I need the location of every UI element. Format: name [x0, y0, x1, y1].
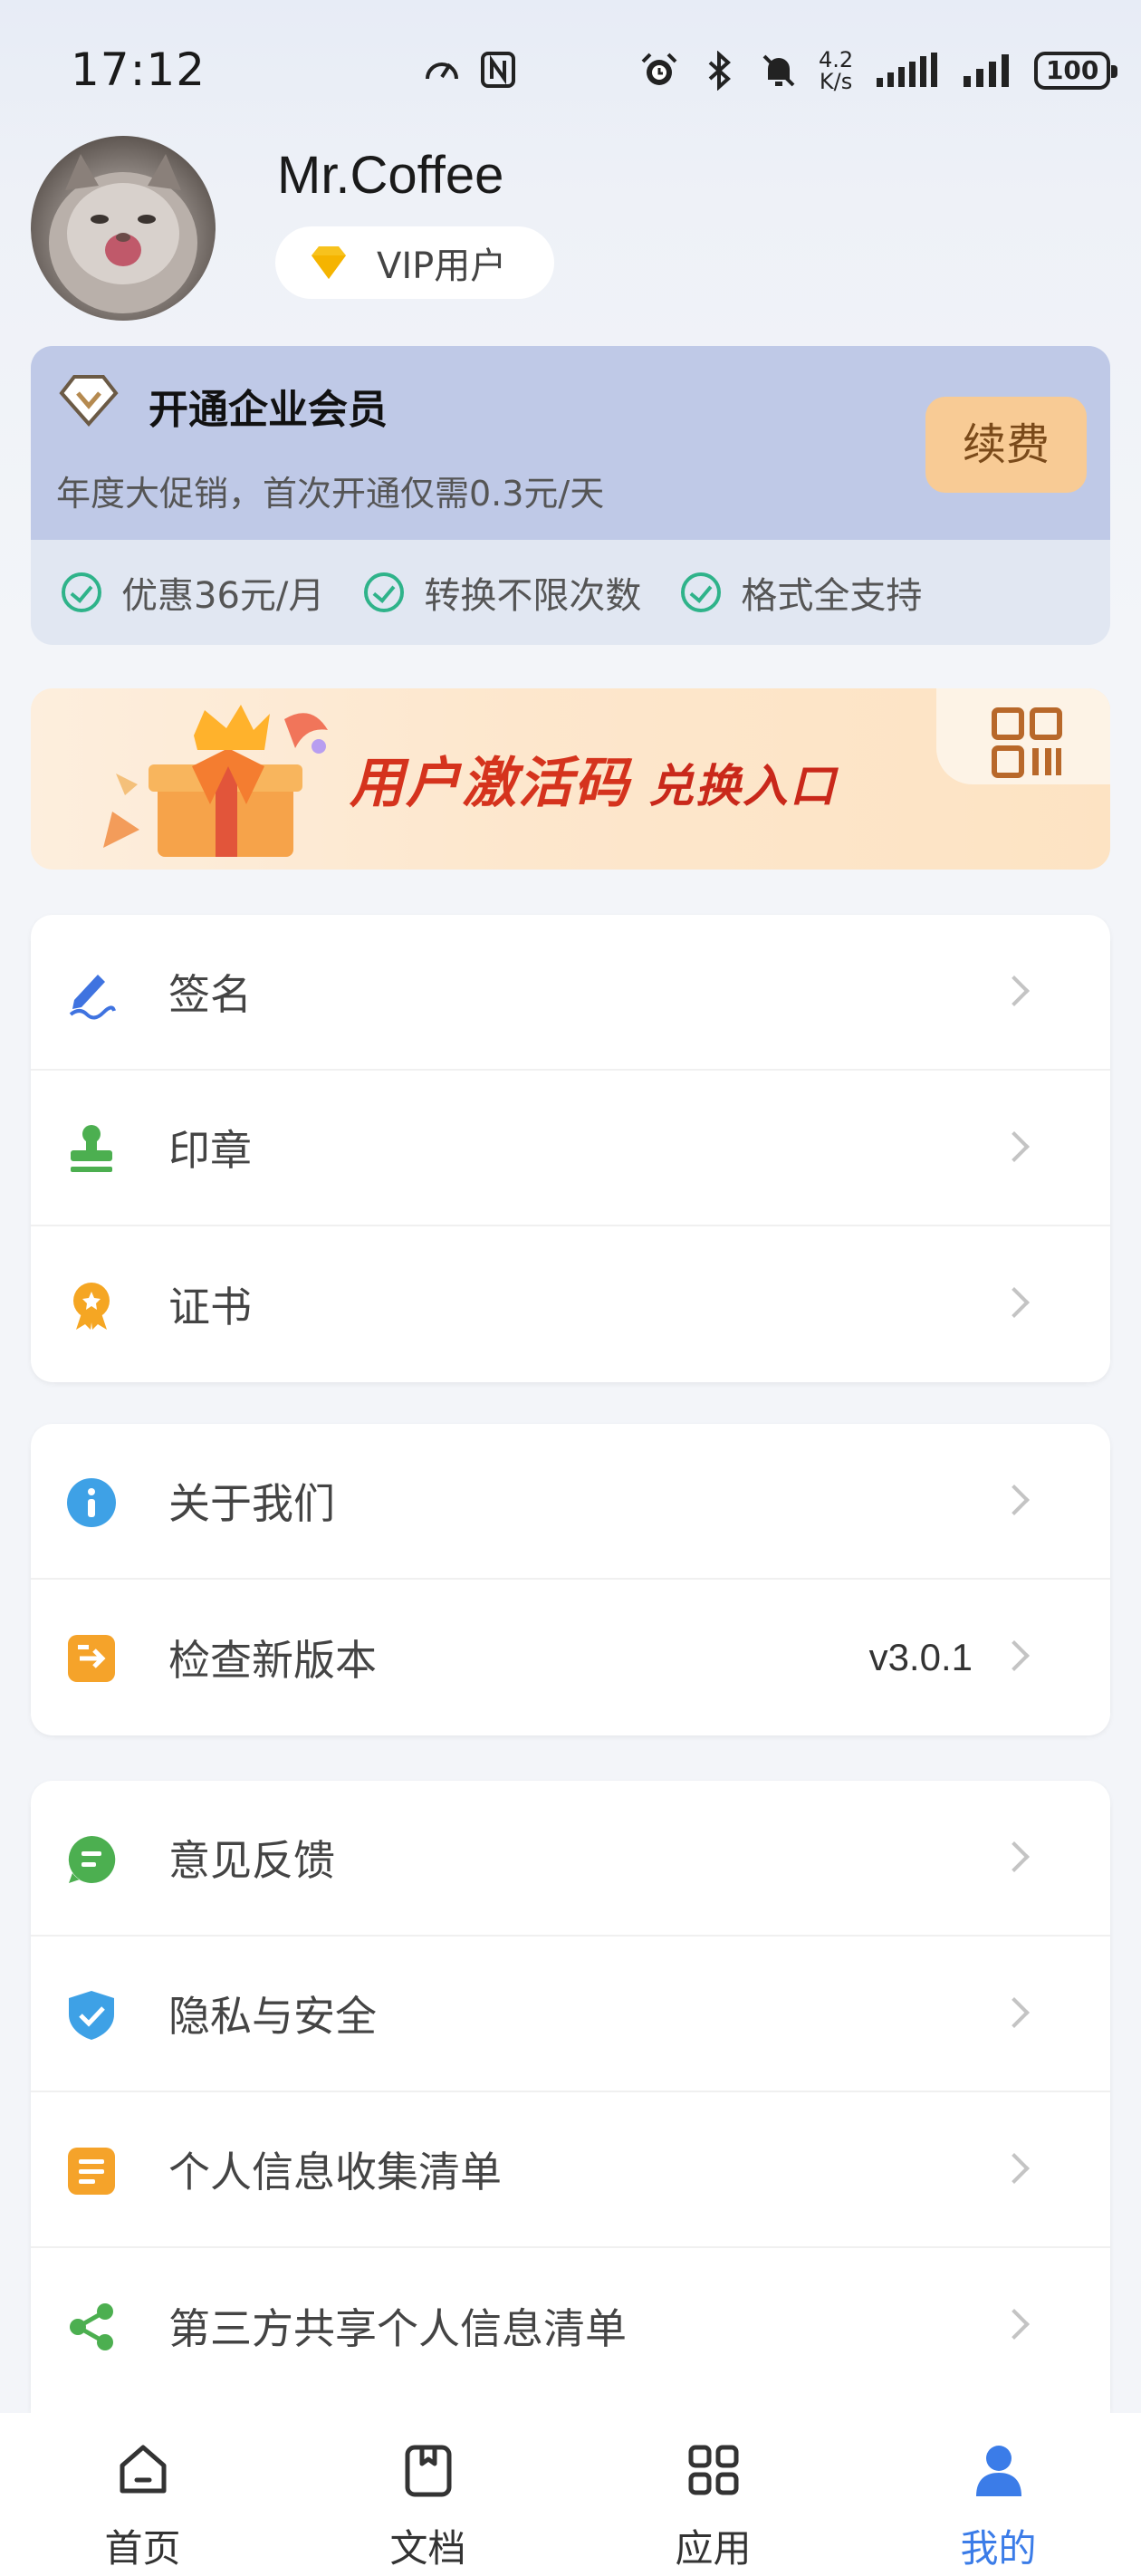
chevron-right-icon — [999, 1287, 1030, 1318]
alarm-icon — [641, 53, 677, 85]
chevron-right-icon — [999, 1841, 1030, 1872]
nav-label: 我的 — [960, 2526, 1037, 2571]
menu-item-label: 第三方共享个人信息清单 — [168, 2304, 627, 2353]
membership-subtitle: 年度大促销，首次开通仅需0.3元/天 — [56, 474, 605, 514]
menu-group-privacy: 意见反馈 隐私与安全 个人信息收集清单 第三方共享个人信息清单 — [31, 1781, 1110, 2413]
feedback-icon — [68, 1835, 116, 1883]
status-icons-left-group — [422, 47, 518, 92]
nfc-icon — [481, 52, 515, 88]
menu-item-label: 印章 — [168, 1126, 252, 1175]
menu-item-label: 证书 — [168, 1283, 252, 1331]
menu-item-stamp[interactable]: 印章 — [31, 1071, 1110, 1226]
home-icon — [120, 2445, 166, 2494]
speedometer-icon — [426, 62, 458, 80]
menu-item-label: 意见反馈 — [168, 1836, 335, 1885]
signal-icon — [877, 53, 938, 87]
gift-box-icon — [103, 705, 328, 857]
status-bar: 17:12 4.2 K/s 100 — [0, 0, 1141, 109]
renew-button[interactable]: 续费 — [925, 397, 1087, 493]
menu-item-third-party-sharing[interactable]: 第三方共享个人信息清单 — [31, 2248, 1110, 2404]
profile-icon — [975, 2446, 1021, 2496]
status-time: 17:12 — [71, 43, 206, 96]
feature-item: 优惠36元/月 — [62, 566, 324, 619]
enterprise-membership-card[interactable]: 开通企业会员 年度大促销，首次开通仅需0.3元/天 续费 优惠36元/月 转换不… — [31, 346, 1110, 645]
banner-text: 用户激活码 兑换入口 — [350, 739, 837, 818]
nav-documents[interactable]: 文档 — [285, 2413, 570, 2576]
vip-label: VIP用户 — [377, 245, 507, 287]
bluetooth-icon — [708, 51, 731, 91]
banner-main-text: 用户激活码 — [350, 752, 630, 815]
list-icon — [68, 2148, 115, 2195]
chevron-right-icon — [999, 2309, 1030, 2340]
info-icon — [67, 1478, 116, 1527]
version-value: v3.0.1 — [868, 1636, 973, 1678]
chevron-right-icon — [999, 1131, 1030, 1162]
net-speed-unit: K/s — [819, 69, 853, 94]
certificate-icon — [73, 1283, 110, 1330]
net-speed: 4.2 K/s — [819, 49, 853, 92]
chevron-right-icon — [999, 1640, 1030, 1671]
mute-icon — [762, 54, 795, 87]
bottom-navigation: 首页 文档 应用 我的 — [0, 2413, 1141, 2576]
update-icon — [68, 1635, 115, 1682]
nav-home[interactable]: 首页 — [0, 2413, 285, 2576]
nav-label: 首页 — [104, 2526, 181, 2571]
banner-sub-text: 兑换入口 — [648, 760, 837, 812]
username: Mr.Coffee — [277, 146, 504, 205]
battery-icon: 100 — [1034, 52, 1118, 90]
menu-group-signing: 签名 印章 证书 — [31, 915, 1110, 1382]
chevron-right-icon — [999, 2153, 1030, 2184]
stamp-icon — [71, 1125, 112, 1172]
chevron-right-icon — [999, 976, 1030, 1006]
membership-title: 开通企业会员 — [149, 387, 388, 433]
signature-icon — [69, 975, 116, 1020]
menu-item-certificate[interactable]: 证书 — [31, 1226, 1110, 1382]
apps-icon — [688, 2445, 738, 2495]
menu-item-label: 检查新版本 — [168, 1636, 377, 1685]
check-icon — [62, 572, 101, 612]
qr-code-icon[interactable] — [991, 706, 1063, 779]
feature-item: 转换不限次数 — [364, 566, 641, 619]
membership-features: 优惠36元/月 转换不限次数 格式全支持 — [31, 540, 1110, 645]
signal-icon — [964, 54, 1010, 87]
menu-item-signature[interactable]: 签名 — [31, 915, 1110, 1071]
vip-badge: VIP用户 — [275, 226, 554, 299]
avatar[interactable] — [31, 136, 216, 321]
chevron-right-icon — [999, 1997, 1030, 2028]
activation-code-banner[interactable]: 用户激活码 兑换入口 — [31, 688, 1110, 870]
menu-group-about: 关于我们 检查新版本 v3.0.1 — [31, 1424, 1110, 1735]
cat-avatar — [49, 154, 197, 313]
enterprise-card-header: 开通企业会员 年度大促销，首次开通仅需0.3元/天 续费 — [31, 346, 1110, 540]
share-icon — [70, 2303, 113, 2350]
nav-label: 文档 — [389, 2526, 466, 2571]
menu-item-privacy-security[interactable]: 隐私与安全 — [31, 1937, 1110, 2092]
menu-item-label: 个人信息收集清单 — [168, 2148, 502, 2196]
vip-diamond-icon — [59, 375, 119, 428]
nav-label: 应用 — [675, 2526, 752, 2571]
nav-apps[interactable]: 应用 — [570, 2413, 856, 2576]
document-icon — [405, 2445, 451, 2497]
menu-item-personal-info-list[interactable]: 个人信息收集清单 — [31, 2092, 1110, 2248]
menu-item-label: 隐私与安全 — [168, 1992, 377, 2041]
check-icon — [364, 572, 405, 612]
menu-item-label: 签名 — [168, 970, 252, 1019]
menu-item-about-us[interactable]: 关于我们 — [31, 1424, 1110, 1580]
status-icons-right-group: 4.2 K/s 100 — [639, 43, 1118, 98]
shield-icon — [69, 1991, 114, 2040]
feature-item: 格式全支持 — [681, 566, 922, 619]
check-icon — [681, 572, 722, 612]
menu-item-label: 关于我们 — [168, 1479, 335, 1528]
menu-item-check-update[interactable]: 检查新版本 v3.0.1 — [31, 1580, 1110, 1735]
diamond-icon — [312, 246, 346, 279]
chevron-right-icon — [999, 1485, 1030, 1515]
nav-mine[interactable]: 我的 — [856, 2413, 1141, 2576]
net-speed-value: 4.2 — [819, 47, 854, 72]
menu-item-feedback[interactable]: 意见反馈 — [31, 1781, 1110, 1937]
